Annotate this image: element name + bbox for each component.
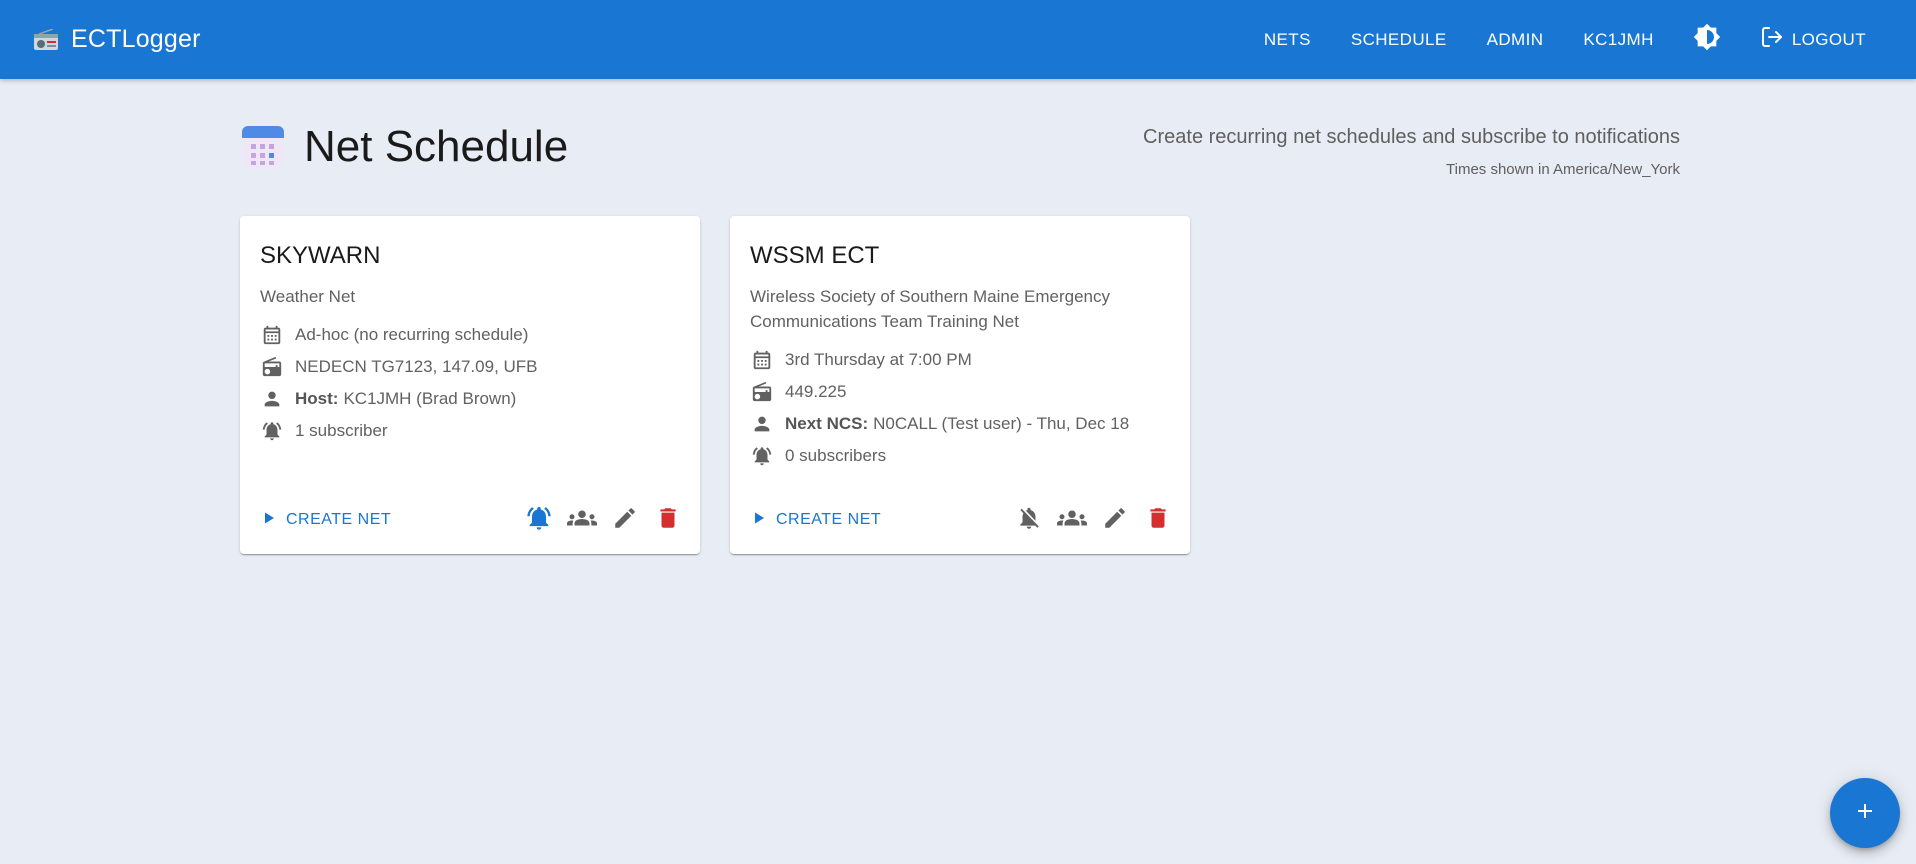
trash-icon bbox=[655, 505, 681, 536]
subscribers-text: 1 subscriber bbox=[295, 421, 388, 440]
unsubscribe-button[interactable] bbox=[519, 500, 559, 540]
net-description: Weather Net bbox=[260, 287, 356, 306]
nav-user[interactable]: KC1JMH bbox=[1563, 22, 1673, 58]
net-card-skywarn: SKYWARN Weather Net Ad-hoc (no recurring… bbox=[240, 216, 700, 554]
frequency-row: NEDECN TG7123, 147.09, UFB bbox=[260, 351, 680, 383]
create-net-label: CREATE NET bbox=[286, 511, 392, 528]
play-icon bbox=[752, 511, 766, 530]
person-icon bbox=[260, 387, 284, 411]
card-body: WSSM ECT Wireless Society of Southern Ma… bbox=[730, 216, 1190, 472]
host-row: Host: KC1JMH (Brad Brown) bbox=[260, 383, 680, 415]
brand[interactable]: ECTLogger bbox=[33, 0, 201, 79]
host-label: Host: bbox=[295, 389, 339, 408]
schedule-text: Ad-hoc (no recurring schedule) bbox=[295, 325, 529, 344]
card-actions: CREATE NET bbox=[240, 486, 700, 554]
trash-icon bbox=[1145, 505, 1171, 536]
radio-small-icon bbox=[260, 355, 284, 379]
subscribers-row: 0 subscribers bbox=[750, 440, 1170, 472]
net-info-list: Ad-hoc (no recurring schedule) NEDECN TG… bbox=[260, 319, 680, 447]
subscribe-button[interactable] bbox=[1009, 500, 1049, 540]
ncs-label: Next NCS: bbox=[785, 414, 869, 433]
title-wrap: Net Schedule bbox=[240, 122, 568, 172]
theme-toggle-button[interactable] bbox=[1682, 15, 1732, 65]
subscribers-text: 0 subscribers bbox=[785, 446, 887, 465]
card-body: SKYWARN Weather Net Ad-hoc (no recurring… bbox=[240, 216, 700, 447]
frequency-text: NEDECN TG7123, 147.09, UFB bbox=[295, 357, 538, 376]
bell-off-icon bbox=[1016, 505, 1042, 536]
app-bar: ECTLogger NETS SCHEDULE ADMIN KC1JMH LOG… bbox=[0, 0, 1916, 79]
bell-ring-icon bbox=[260, 419, 284, 443]
top-nav: NETS SCHEDULE ADMIN KC1JMH LOGOUT bbox=[1244, 0, 1886, 79]
net-description: Wireless Society of Southern Maine Emerg… bbox=[750, 287, 1110, 331]
create-net-button[interactable]: CREATE NET bbox=[746, 505, 887, 536]
page-title: Net Schedule bbox=[304, 122, 569, 171]
app-title: ECTLogger bbox=[71, 25, 201, 53]
logout-icon bbox=[1760, 25, 1784, 54]
person-icon bbox=[750, 412, 774, 436]
radio-small-icon bbox=[750, 380, 774, 404]
schedule-row: 3rd Thursday at 7:00 PM bbox=[750, 344, 1170, 376]
net-info-list: 3rd Thursday at 7:00 PM 449.225 Next NCS… bbox=[750, 344, 1170, 472]
nav-nets[interactable]: NETS bbox=[1244, 22, 1331, 58]
frequency-row: 449.225 bbox=[750, 376, 1170, 408]
manage-roles-button[interactable] bbox=[1052, 500, 1092, 540]
delete-button[interactable] bbox=[1138, 500, 1178, 540]
create-net-label: CREATE NET bbox=[776, 511, 882, 528]
net-name: SKYWARN bbox=[260, 242, 381, 269]
bell-ring-active-icon bbox=[525, 504, 553, 537]
edit-button[interactable] bbox=[1095, 500, 1135, 540]
schedule-text: 3rd Thursday at 7:00 PM bbox=[785, 350, 972, 369]
create-net-button[interactable]: CREATE NET bbox=[256, 505, 397, 536]
group-icon bbox=[1057, 503, 1087, 538]
group-icon bbox=[567, 503, 597, 538]
calendar-small-icon bbox=[260, 323, 284, 347]
bell-ring-icon bbox=[750, 444, 774, 468]
play-icon bbox=[262, 511, 276, 530]
page-header: Net Schedule Create recurring net schedu… bbox=[240, 116, 1680, 196]
header-info: Create recurring net schedules and subsc… bbox=[1143, 126, 1680, 178]
net-name: WSSM ECT bbox=[750, 242, 880, 269]
logout-label: LOGOUT bbox=[1791, 29, 1866, 49]
add-icon bbox=[1853, 799, 1877, 828]
frequency-text: 449.225 bbox=[785, 382, 847, 401]
pencil-icon bbox=[1102, 505, 1128, 536]
manage-roles-button[interactable] bbox=[562, 500, 602, 540]
schedule-row: Ad-hoc (no recurring schedule) bbox=[260, 319, 680, 351]
delete-button[interactable] bbox=[648, 500, 688, 540]
add-schedule-fab[interactable] bbox=[1830, 778, 1900, 848]
logout-button[interactable]: LOGOUT bbox=[1740, 17, 1886, 62]
brightness-icon bbox=[1693, 23, 1721, 56]
ncs-row: Next NCS: N0CALL (Test user) - Thu, Dec … bbox=[750, 408, 1170, 440]
card-actions: CREATE NET bbox=[730, 486, 1190, 554]
subscribers-row: 1 subscriber bbox=[260, 415, 680, 447]
calendar-icon bbox=[240, 124, 286, 170]
net-card-wssm-ect: WSSM ECT Wireless Society of Southern Ma… bbox=[730, 216, 1190, 554]
timezone-note: Times shown in America/New_York bbox=[1446, 161, 1680, 178]
ncs-value: N0CALL (Test user) - Thu, Dec 18 bbox=[873, 414, 1130, 433]
calendar-small-icon bbox=[750, 348, 774, 372]
nav-admin[interactable]: ADMIN bbox=[1467, 22, 1564, 58]
radio-icon bbox=[33, 27, 59, 51]
pencil-icon bbox=[612, 505, 638, 536]
nav-schedule[interactable]: SCHEDULE bbox=[1331, 22, 1467, 58]
host-value: KC1JMH (Brad Brown) bbox=[343, 389, 517, 408]
page-subtitle: Create recurring net schedules and subsc… bbox=[1143, 126, 1680, 148]
edit-button[interactable] bbox=[605, 500, 645, 540]
